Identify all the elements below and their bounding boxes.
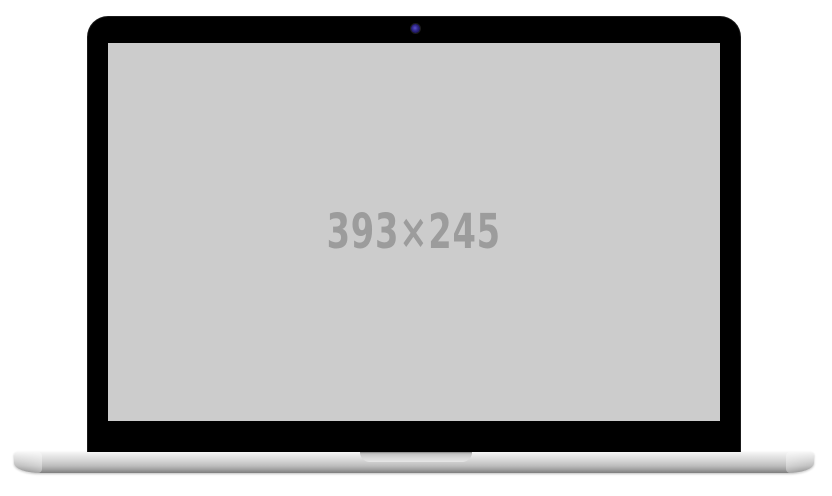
camera-icon bbox=[411, 24, 420, 33]
base-highlight-right bbox=[786, 452, 814, 473]
laptop-thumb-notch bbox=[360, 452, 472, 462]
laptop-bezel-chin bbox=[88, 421, 740, 456]
laptop-screen: 393×245 bbox=[108, 43, 720, 421]
screen-placeholder-label: 393×245 bbox=[326, 204, 502, 260]
laptop-mockup: 393×245 bbox=[0, 0, 832, 496]
base-highlight-left bbox=[14, 452, 42, 473]
